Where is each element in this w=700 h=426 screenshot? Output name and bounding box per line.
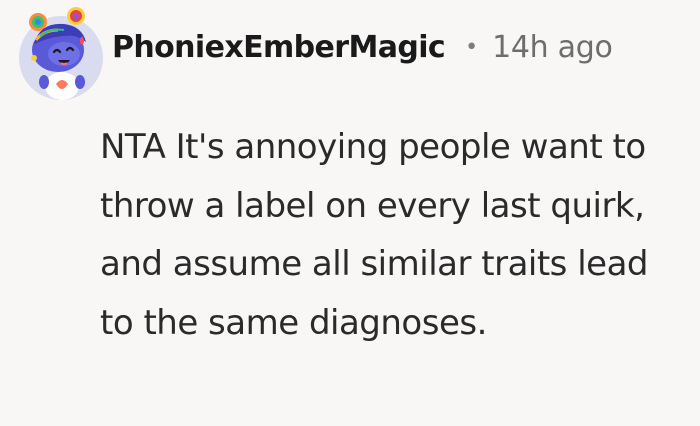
comment-header: PhoniexEmberMagic • 14h ago [112,30,613,65]
user-avatar[interactable] [18,6,104,102]
snoo-avatar-icon [19,7,103,100]
username-link[interactable]: PhoniexEmberMagic [112,30,446,65]
comment: PhoniexEmberMagic • 14h ago NTA It's ann… [0,0,700,426]
separator-dot: • [465,35,479,60]
timestamp[interactable]: 14h ago [492,30,613,65]
comment-body: NTA It's annoying people want to throw a… [100,127,648,343]
